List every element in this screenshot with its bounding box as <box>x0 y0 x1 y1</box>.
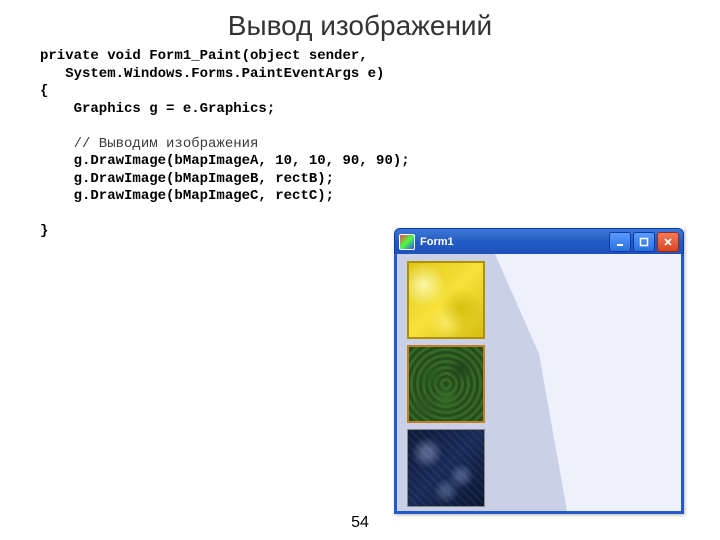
thumbnail-a <box>407 261 485 339</box>
code-line: g.DrawImage(bMapImageA, 10, 10, 90, 90); <box>40 153 410 169</box>
code-line: g.DrawImage(bMapImageC, rectC); <box>40 188 334 204</box>
code-line <box>40 206 48 222</box>
app-icon <box>399 234 415 250</box>
code-block: private void Form1_Paint(object sender, … <box>0 48 720 241</box>
window-client-area <box>394 254 684 514</box>
thumbnail-b <box>407 345 485 423</box>
code-line: } <box>40 223 48 239</box>
maximize-button[interactable] <box>633 232 655 252</box>
maximize-icon <box>639 237 649 247</box>
code-line: private void Form1_Paint(object sender, <box>40 48 368 64</box>
close-button[interactable] <box>657 232 679 252</box>
close-icon <box>663 237 673 247</box>
form-window: Form1 <box>394 228 684 514</box>
code-line: g.DrawImage(bMapImageB, rectB); <box>40 171 334 187</box>
slide-title: Вывод изображений <box>0 0 720 48</box>
code-line: Graphics g = e.Graphics; <box>40 101 275 117</box>
window-buttons <box>609 232 679 252</box>
thumbnail-c <box>407 429 485 507</box>
page-number: 54 <box>351 514 369 532</box>
code-line: System.Windows.Forms.PaintEventArgs e) <box>40 66 384 82</box>
code-line: { <box>40 83 48 99</box>
minimize-button[interactable] <box>609 232 631 252</box>
code-comment: // Выводим изображения <box>40 136 258 152</box>
window-titlebar[interactable]: Form1 <box>394 228 684 254</box>
code-line <box>40 118 48 134</box>
window-title: Form1 <box>420 236 609 248</box>
minimize-icon <box>615 237 625 247</box>
